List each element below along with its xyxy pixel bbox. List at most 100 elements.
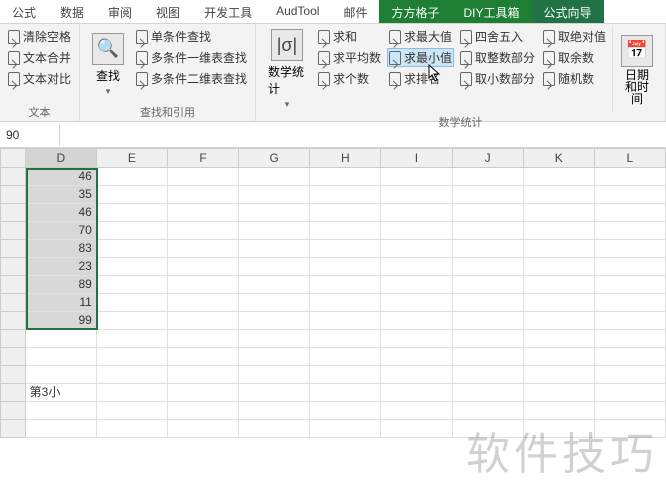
cmd-多条件一维表查找[interactable]: 多条件一维表查找	[134, 48, 249, 67]
tab-6[interactable]: 邮件	[331, 0, 379, 23]
name-box[interactable]: 90	[0, 124, 60, 146]
cell[interactable]	[310, 294, 381, 312]
cell[interactable]	[381, 402, 452, 420]
cell[interactable]	[239, 420, 310, 438]
cell[interactable]	[239, 168, 310, 186]
cell[interactable]	[310, 168, 381, 186]
cell[interactable]	[524, 294, 595, 312]
cell[interactable]	[595, 204, 666, 222]
cell[interactable]: 83	[26, 240, 97, 258]
cell[interactable]	[168, 258, 239, 276]
cell[interactable]	[310, 312, 381, 330]
cell[interactable]	[310, 186, 381, 204]
cell[interactable]	[453, 294, 524, 312]
cell[interactable]	[381, 168, 452, 186]
cell[interactable]	[97, 402, 168, 420]
cell[interactable]	[97, 276, 168, 294]
cell[interactable]	[595, 186, 666, 204]
tab-9[interactable]: 公式向导	[532, 0, 604, 23]
row-header[interactable]	[0, 402, 26, 420]
cell[interactable]	[453, 366, 524, 384]
cell[interactable]	[97, 312, 168, 330]
cell[interactable]	[524, 276, 595, 294]
cell[interactable]	[524, 312, 595, 330]
row-header[interactable]	[0, 276, 26, 294]
cell[interactable]	[239, 330, 310, 348]
cell[interactable]	[595, 276, 666, 294]
cell[interactable]	[381, 312, 452, 330]
cell[interactable]	[239, 186, 310, 204]
tab-3[interactable]: 视图	[144, 0, 192, 23]
cell[interactable]	[524, 384, 595, 402]
cell[interactable]	[239, 366, 310, 384]
datetime-button[interactable]: 📅 日期和时间	[612, 27, 659, 112]
col-header-I[interactable]: I	[381, 148, 452, 168]
col-header-E[interactable]: E	[97, 148, 168, 168]
cell[interactable]	[524, 330, 595, 348]
cell[interactable]	[453, 258, 524, 276]
math-stats-button[interactable]: |σ| 数学统计 ▾	[262, 27, 312, 112]
cell[interactable]	[168, 348, 239, 366]
cmd-四舍五入[interactable]: 四舍五入	[458, 27, 537, 46]
cell[interactable]: 第3小	[26, 384, 97, 402]
cmd-取小数部分[interactable]: 取小数部分	[458, 69, 537, 88]
cell[interactable]	[453, 168, 524, 186]
cell[interactable]	[239, 312, 310, 330]
cell[interactable]	[239, 276, 310, 294]
cell[interactable]	[310, 420, 381, 438]
cell[interactable]	[168, 168, 239, 186]
cell[interactable]	[524, 186, 595, 204]
cmd-文本合并[interactable]: 文本合并	[6, 48, 73, 67]
cell[interactable]	[524, 402, 595, 420]
cell[interactable]	[453, 240, 524, 258]
cell[interactable]	[239, 294, 310, 312]
row-header[interactable]	[0, 186, 26, 204]
cell[interactable]	[97, 420, 168, 438]
cell[interactable]	[595, 402, 666, 420]
cmd-取整数部分[interactable]: 取整数部分	[458, 48, 537, 67]
cell[interactable]	[239, 204, 310, 222]
row-header[interactable]	[0, 294, 26, 312]
formula-input[interactable]	[60, 131, 666, 139]
cmd-单条件查找[interactable]: 单条件查找	[134, 27, 249, 46]
cell[interactable]	[310, 204, 381, 222]
cell[interactable]	[168, 402, 239, 420]
cell[interactable]	[310, 258, 381, 276]
cell[interactable]	[97, 258, 168, 276]
row-header[interactable]	[0, 312, 26, 330]
cell[interactable]	[381, 276, 452, 294]
row-header[interactable]	[0, 330, 26, 348]
col-header-K[interactable]: K	[524, 148, 595, 168]
cell[interactable]	[168, 330, 239, 348]
cell[interactable]	[168, 294, 239, 312]
cell[interactable]	[381, 294, 452, 312]
cell[interactable]	[595, 330, 666, 348]
cell[interactable]	[310, 222, 381, 240]
col-header-G[interactable]: G	[239, 148, 310, 168]
cell[interactable]	[595, 366, 666, 384]
cell[interactable]	[310, 330, 381, 348]
lookup-button[interactable]: 🔍 查找 ▾	[86, 27, 130, 102]
cell[interactable]	[381, 366, 452, 384]
cell[interactable]	[168, 276, 239, 294]
cell[interactable]	[26, 348, 97, 366]
cell[interactable]	[97, 384, 168, 402]
cell[interactable]	[97, 348, 168, 366]
cell[interactable]	[168, 384, 239, 402]
cell[interactable]	[97, 330, 168, 348]
col-header-L[interactable]: L	[595, 148, 666, 168]
cmd-求平均数[interactable]: 求平均数	[316, 48, 383, 67]
cmd-求个数[interactable]: 求个数	[316, 69, 383, 88]
cell[interactable]	[381, 240, 452, 258]
cell[interactable]	[524, 222, 595, 240]
cell[interactable]: 46	[26, 168, 97, 186]
cell[interactable]	[97, 204, 168, 222]
cell[interactable]	[453, 402, 524, 420]
cell[interactable]	[168, 420, 239, 438]
cell[interactable]	[595, 384, 666, 402]
cell[interactable]	[524, 240, 595, 258]
row-header[interactable]	[0, 348, 26, 366]
col-header-F[interactable]: F	[168, 148, 239, 168]
cell[interactable]	[239, 384, 310, 402]
col-header-J[interactable]: J	[453, 148, 524, 168]
